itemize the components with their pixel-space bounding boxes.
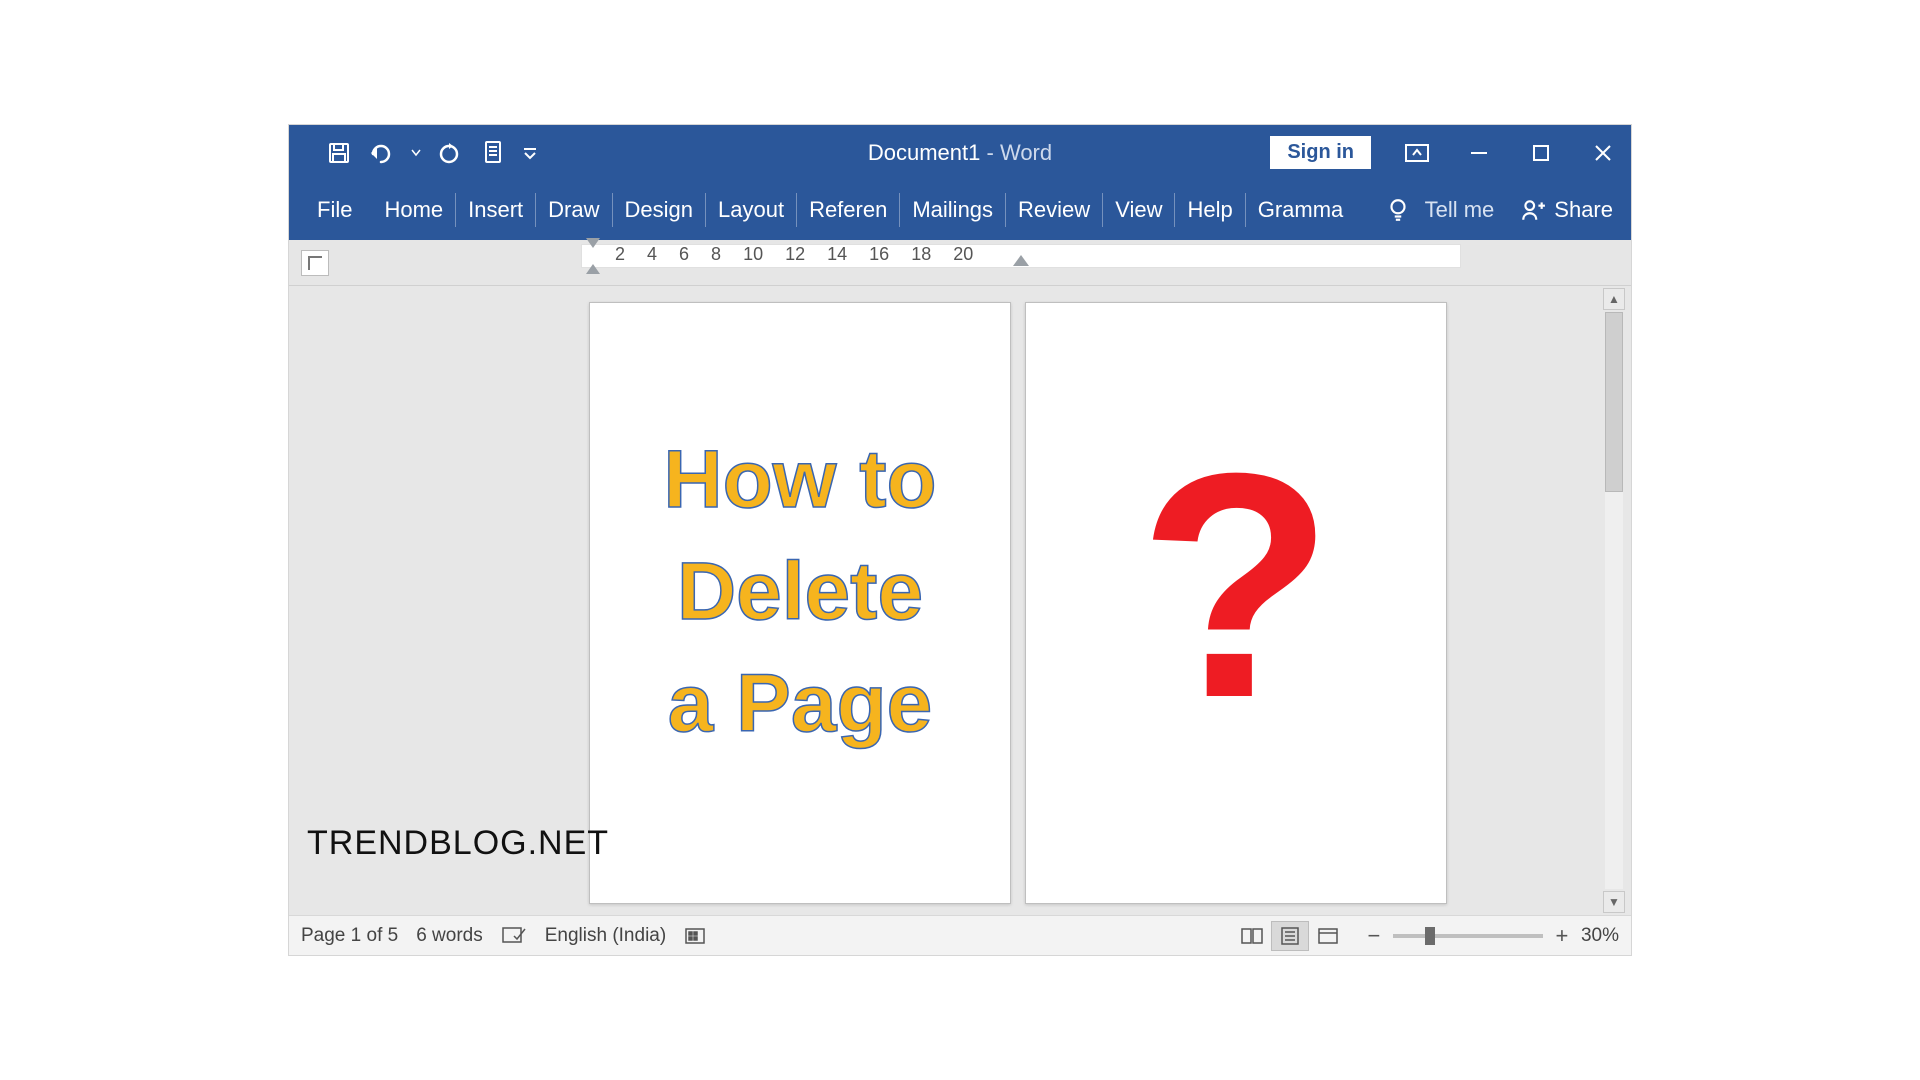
tab-help[interactable]: Help [1175,191,1244,229]
right-indent-marker-icon[interactable] [1013,255,1029,266]
maximize-icon[interactable] [1523,135,1559,171]
tab-references[interactable]: Referen [797,191,899,229]
tab-selector[interactable] [301,250,329,276]
watermark-text: TRENDBLOG.NET [307,824,609,863]
zoom-slider-knob[interactable] [1425,927,1435,945]
language-status[interactable]: English (India) [545,925,666,947]
ruler-tick: 10 [743,244,763,265]
document-name: Document1 [868,140,981,165]
title-separator: - [980,140,1000,165]
ruler-tick: 14 [827,244,847,265]
ruler-tick: 8 [711,244,721,265]
document-area: How to Delete a Page ? ▲ ▼ TRENDBLOG.NET [289,286,1631,915]
spellcheck-icon[interactable] [501,925,527,947]
tab-mailings[interactable]: Mailings [900,191,1005,229]
document-page-1[interactable]: How to Delete a Page [589,302,1011,904]
tab-grammar[interactable]: Gramma [1246,191,1356,229]
window-title: Document1 - Word [868,140,1052,166]
share-button[interactable]: Share [1520,197,1631,223]
ribbon-tabs: File Home Insert Draw Design Layout Refe… [289,180,1631,240]
lightbulb-icon [1385,197,1411,223]
zoom-slider[interactable] [1393,934,1543,938]
word-count-status[interactable]: 6 words [416,925,483,947]
scroll-down-icon[interactable]: ▼ [1603,891,1625,913]
page1-line: How to [663,437,936,523]
tab-file[interactable]: File [289,191,372,229]
tab-insert[interactable]: Insert [456,191,535,229]
redo-icon[interactable] [431,135,467,171]
share-label: Share [1554,197,1613,223]
ribbon-display-options-icon[interactable] [1399,135,1435,171]
app-name: Word [1000,140,1052,165]
undo-icon[interactable] [365,135,401,171]
zoom-control: − + 30% [1365,923,1619,949]
touch-mode-icon[interactable] [475,135,511,171]
sign-in-button[interactable]: Sign in [1270,136,1371,169]
share-icon [1520,197,1546,223]
question-mark-glyph: ? [1138,457,1333,713]
print-layout-icon[interactable] [1271,921,1309,951]
tab-home[interactable]: Home [372,191,455,229]
ruler-tick: 2 [615,244,625,265]
tab-design[interactable]: Design [613,191,705,229]
tab-view[interactable]: View [1103,191,1174,229]
minimize-icon[interactable] [1461,135,1497,171]
ruler-numbers: 2 4 6 8 10 12 14 16 18 20 [615,244,973,265]
read-mode-icon[interactable] [1233,921,1271,951]
quick-access-toolbar [289,135,541,171]
page1-line: a Page [663,661,936,747]
scroll-thumb[interactable] [1605,312,1623,492]
page1-line: Delete [663,549,936,635]
ruler-tick: 16 [869,244,889,265]
scroll-track[interactable] [1605,312,1623,889]
ruler-tick: 12 [785,244,805,265]
tell-me-search[interactable]: Tell me [1385,197,1495,223]
macro-recording-icon[interactable] [684,925,708,947]
indent-marker-icon[interactable] [584,238,602,268]
customize-qat-icon[interactable] [519,135,541,171]
ruler-tick: 18 [911,244,931,265]
page1-wordart: How to Delete a Page [663,433,936,773]
ruler-tick: 4 [647,244,657,265]
vertical-scrollbar[interactable]: ▲ ▼ [1603,288,1625,913]
web-layout-icon[interactable] [1309,921,1347,951]
ruler-tick: 6 [679,244,689,265]
document-page-2[interactable]: ? [1025,302,1447,904]
tell-me-label: Tell me [1425,197,1495,223]
ruler: 2 4 6 8 10 12 14 16 18 20 [289,240,1631,286]
view-mode-switcher [1233,921,1347,951]
zoom-percentage[interactable]: 30% [1581,925,1619,947]
save-icon[interactable] [321,135,357,171]
word-app-window: Document1 - Word Sign in [288,124,1632,956]
tab-layout[interactable]: Layout [706,191,796,229]
title-bar: Document1 - Word Sign in [289,125,1631,180]
ruler-tick: 20 [953,244,973,265]
close-icon[interactable] [1585,135,1621,171]
undo-dropdown-icon[interactable] [409,135,423,171]
scroll-up-icon[interactable]: ▲ [1603,288,1625,310]
zoom-in-icon[interactable]: + [1553,923,1571,949]
tab-review[interactable]: Review [1006,191,1102,229]
zoom-out-icon[interactable]: − [1365,923,1383,949]
tab-draw[interactable]: Draw [536,191,611,229]
page-number-status[interactable]: Page 1 of 5 [301,925,398,947]
status-bar: Page 1 of 5 6 words English (India) [289,915,1631,955]
